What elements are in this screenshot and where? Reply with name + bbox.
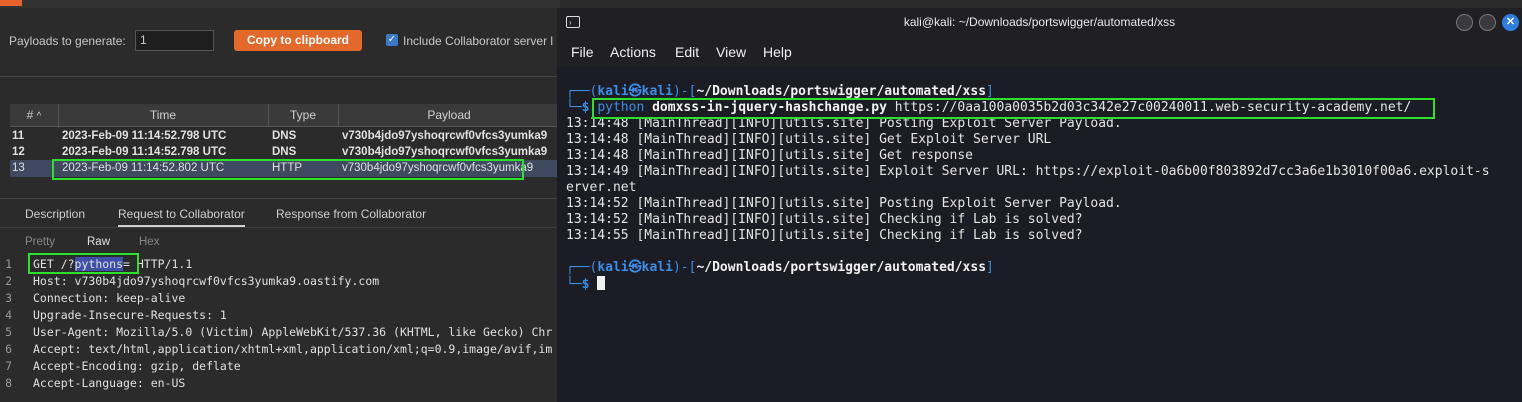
view-tab-raw[interactable]: Raw bbox=[87, 236, 110, 248]
view-tab-hex[interactable]: Hex bbox=[139, 236, 159, 248]
output-line: erver.net bbox=[566, 180, 637, 195]
include-collaborator-label: Include Collaborator server l bbox=[403, 34, 554, 48]
menu-file[interactable]: File bbox=[571, 37, 594, 67]
menu-actions[interactable]: Actions bbox=[610, 37, 656, 67]
column-header-payload[interactable]: Payload bbox=[338, 104, 560, 126]
request-header-line: User-Agent: Mozilla/5.0 (Victim) AppleWe… bbox=[33, 325, 553, 339]
copy-to-clipboard-button[interactable]: Copy to clipboard bbox=[234, 30, 362, 51]
payloads-count-input[interactable]: 1 bbox=[135, 30, 214, 51]
table-header: # ^ Time Type Payload bbox=[10, 104, 560, 128]
menu-edit[interactable]: Edit bbox=[675, 37, 699, 67]
column-header-type[interactable]: Type bbox=[268, 104, 339, 126]
menu-help[interactable]: Help bbox=[763, 37, 792, 67]
request-header-line: Accept: text/html,application/xhtml+xml,… bbox=[33, 342, 553, 356]
annotation-box-command bbox=[592, 98, 1435, 119]
minimize-icon[interactable] bbox=[1456, 14, 1473, 31]
table-row[interactable]: 12 2023-Feb-09 11:14:52.798 UTC DNS v730… bbox=[10, 144, 560, 160]
row-number: 12 bbox=[12, 146, 25, 158]
raw-request-editor[interactable]: GET /?pythons= HTTP/1.1 Host: v730b4jdo9… bbox=[33, 256, 558, 392]
top-tab-strip bbox=[0, 0, 560, 8]
request-header-line: Connection: keep-alive bbox=[33, 291, 186, 305]
maximize-icon[interactable] bbox=[1479, 14, 1496, 31]
annotation-box-request bbox=[28, 253, 139, 274]
request-header-line: Upgrade-Insecure-Requests: 1 bbox=[33, 308, 227, 322]
tab-request-to-collaborator[interactable]: Request to Collaborator bbox=[118, 203, 245, 227]
output-line: 13:14:52 [MainThread][INFO][utils.site] … bbox=[566, 212, 1083, 227]
payloads-label: Payloads to generate: bbox=[9, 34, 126, 48]
request-header-line: Accept-Encoding: gzip, deflate bbox=[33, 359, 241, 373]
divider bbox=[0, 227, 560, 228]
column-header-number[interactable]: # ^ bbox=[10, 104, 59, 128]
output-line: 13:14:48 [MainThread][INFO][utils.site] … bbox=[566, 132, 1052, 147]
active-prompt-line: └─$ bbox=[566, 276, 1516, 293]
terminal-window: › kali@kali: ~/Downloads/portswigger/aut… bbox=[557, 8, 1522, 402]
line-numbers: 1 2 3 4 5 6 7 8 bbox=[5, 257, 12, 390]
view-tab-pretty[interactable]: Pretty bbox=[25, 236, 55, 248]
burp-collaborator-panel: Payloads to generate: 1 Copy to clipboar… bbox=[0, 0, 560, 402]
row-type: DNS bbox=[272, 146, 297, 158]
sort-ascending-icon: ^ bbox=[36, 111, 42, 122]
text-cursor bbox=[597, 276, 606, 290]
output-line: 13:14:52 [MainThread][INFO][utils.site] … bbox=[566, 196, 1122, 211]
tab-description[interactable]: Description bbox=[25, 203, 85, 225]
active-tab-indicator[interactable] bbox=[0, 0, 22, 6]
row-number: 13 bbox=[12, 162, 25, 174]
row-payload: v730b4jdo97yshoqrcwf0vfcs3yumka9 bbox=[342, 146, 548, 158]
output-line: 13:14:55 [MainThread][INFO][utils.site] … bbox=[566, 228, 1083, 243]
tab-response-from-collaborator[interactable]: Response from Collaborator bbox=[276, 203, 426, 225]
row-payload: v730b4jdo97yshoqrcwf0vfcs3yumka9 bbox=[342, 130, 548, 142]
output-line: 13:14:48 [MainThread][INFO][utils.site] … bbox=[566, 148, 973, 163]
divider bbox=[0, 198, 560, 199]
menu-view[interactable]: View bbox=[716, 37, 746, 67]
menu-bar: File Actions Edit View Help bbox=[557, 37, 1522, 67]
row-type: DNS bbox=[272, 130, 297, 142]
table-row[interactable]: 11 2023-Feb-09 11:14:52.798 UTC DNS v730… bbox=[10, 128, 560, 144]
prompt-line: ┌──(kali㉿kali)-[~/Downloads/portswigger/… bbox=[566, 260, 994, 275]
window-title: kali@kali: ~/Downloads/portswigger/autom… bbox=[903, 15, 1176, 29]
output-line: 13:14:49 [MainThread][INFO][utils.site] … bbox=[566, 164, 1490, 179]
row-time: 2023-Feb-09 11:14:52.798 UTC bbox=[62, 130, 227, 142]
divider bbox=[0, 76, 560, 77]
request-header-line: Host: v730b4jdo97yshoqrcwf0vfcs3yumka9.o… bbox=[33, 274, 380, 288]
annotation-box-row bbox=[52, 159, 524, 180]
close-icon[interactable]: ✕ bbox=[1502, 14, 1519, 31]
request-header-line: Accept-Language: en-US bbox=[33, 376, 186, 390]
row-number: 11 bbox=[12, 130, 25, 142]
include-collaborator-checkbox[interactable]: ✓ bbox=[386, 34, 398, 46]
column-header-time[interactable]: Time bbox=[58, 104, 269, 126]
row-time: 2023-Feb-09 11:14:52.798 UTC bbox=[62, 146, 227, 158]
